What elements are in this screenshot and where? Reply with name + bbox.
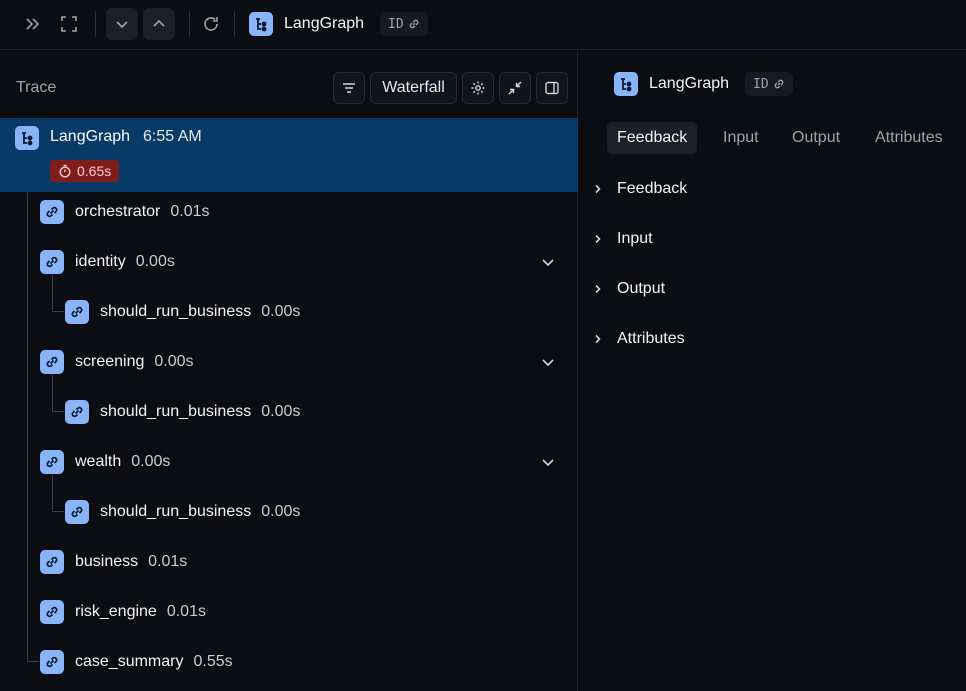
node-name: orchestrator	[75, 203, 161, 220]
tab-feedback[interactable]: Feedback	[607, 122, 698, 154]
trace-node-case-summary[interactable]: case_summary 0.55s	[40, 647, 233, 677]
chain-link-icon	[65, 400, 89, 424]
node-name: case_summary	[75, 653, 184, 670]
node-name: should_run_business	[100, 503, 252, 520]
node-duration: 0.00s	[131, 453, 171, 470]
chevron-down-icon[interactable]	[106, 8, 138, 40]
duration-badge: 0.65s	[50, 160, 120, 182]
node-duration: 0.00s	[154, 353, 194, 370]
duration-value: 0.65s	[77, 163, 112, 179]
node-name: should_run_business	[100, 403, 252, 420]
chain-link-icon	[40, 550, 64, 574]
waterfall-button[interactable]: Waterfall	[370, 72, 457, 104]
section-label: Input	[617, 230, 653, 247]
id-label: ID	[388, 16, 404, 32]
collapse-icon[interactable]	[499, 72, 531, 104]
section-input[interactable]: Input	[593, 227, 653, 251]
node-duration: 0.01s	[166, 603, 206, 620]
node-name: wealth	[75, 453, 122, 470]
chevron-right-icon	[595, 284, 601, 294]
langgraph-icon	[249, 12, 273, 36]
trace-node-should-run-business[interactable]: should_run_business 0.00s	[65, 297, 300, 327]
node-duration: 0.00s	[261, 403, 301, 420]
section-feedback[interactable]: Feedback	[593, 177, 687, 201]
trace-node-wealth[interactable]: wealth 0.00s	[40, 447, 170, 477]
node-duration: 0.55s	[193, 653, 233, 670]
trace-label: Trace	[16, 79, 57, 96]
section-label: Attributes	[617, 330, 685, 347]
trace-node-risk-engine[interactable]: risk_engine 0.01s	[40, 597, 206, 627]
chevron-up-icon[interactable]	[143, 8, 175, 40]
root-name: LangGraph	[50, 128, 131, 145]
node-duration: 0.00s	[261, 303, 301, 320]
filter-icon[interactable]	[333, 72, 365, 104]
trace-root-row[interactable]: LangGraph 6:55 AM 0.65s	[0, 118, 578, 192]
chevron-down-icon[interactable]	[540, 254, 556, 270]
node-name: screening	[75, 353, 145, 370]
link-icon	[774, 79, 784, 89]
app-title: LangGraph	[284, 15, 365, 32]
chain-link-icon	[65, 300, 89, 324]
side-panel-icon[interactable]	[536, 72, 568, 104]
chevron-right-icon	[595, 234, 601, 244]
node-name: identity	[75, 253, 126, 270]
langgraph-icon	[614, 72, 638, 96]
trace-panel: Trace Waterfall LangGraph 6:55 AM 0.65s	[0, 51, 578, 691]
id-label: ID	[753, 76, 769, 92]
chain-link-icon	[40, 600, 64, 624]
tab-attributes[interactable]: Attributes	[865, 122, 953, 154]
refresh-icon[interactable]	[195, 8, 227, 40]
trace-node-should-run-business[interactable]: should_run_business 0.00s	[65, 397, 300, 427]
chevron-right-icon	[595, 334, 601, 344]
copy-id-button[interactable]: ID	[745, 72, 793, 96]
section-output[interactable]: Output	[593, 277, 665, 301]
chain-link-icon	[40, 200, 64, 224]
node-duration: 0.01s	[170, 203, 210, 220]
node-name: should_run_business	[100, 303, 252, 320]
link-icon	[409, 19, 419, 29]
node-name: business	[75, 553, 139, 570]
copy-id-button[interactable]: ID	[380, 12, 428, 36]
trace-node-screening[interactable]: screening 0.00s	[40, 347, 194, 377]
chevron-right-icon	[595, 184, 601, 194]
node-duration: 0.01s	[148, 553, 188, 570]
trace-node-identity[interactable]: identity 0.00s	[40, 247, 175, 277]
node-name: risk_engine	[75, 603, 157, 620]
trace-node-business[interactable]: business 0.01s	[40, 547, 187, 577]
node-duration: 0.00s	[261, 503, 301, 520]
chevron-down-icon[interactable]	[540, 454, 556, 470]
detail-title: LangGraph	[649, 75, 730, 92]
expand-icon[interactable]	[53, 8, 85, 40]
tab-input[interactable]: Input	[713, 122, 769, 154]
chain-link-icon	[40, 650, 64, 674]
double-chevron-right-icon[interactable]	[16, 8, 48, 40]
chain-link-icon	[40, 250, 64, 274]
langgraph-icon	[15, 126, 39, 150]
timer-icon	[59, 164, 71, 178]
chain-link-icon	[40, 450, 64, 474]
chain-link-icon	[40, 350, 64, 374]
top-toolbar: LangGraph ID	[0, 0, 966, 50]
detail-panel: LangGraph ID Feedback Input Output Attri…	[579, 51, 966, 691]
chain-link-icon	[65, 500, 89, 524]
section-label: Feedback	[617, 180, 688, 197]
trace-node-should-run-business[interactable]: should_run_business 0.00s	[65, 497, 300, 527]
tab-output[interactable]: Output	[782, 122, 850, 154]
node-duration: 0.00s	[135, 253, 175, 270]
root-time: 6:55 AM	[143, 128, 202, 145]
section-attributes[interactable]: Attributes	[593, 327, 685, 351]
section-label: Output	[617, 280, 666, 297]
chevron-down-icon[interactable]	[540, 354, 556, 370]
trace-node-orchestrator[interactable]: orchestrator 0.01s	[40, 197, 210, 227]
settings-gear-icon[interactable]	[462, 72, 494, 104]
